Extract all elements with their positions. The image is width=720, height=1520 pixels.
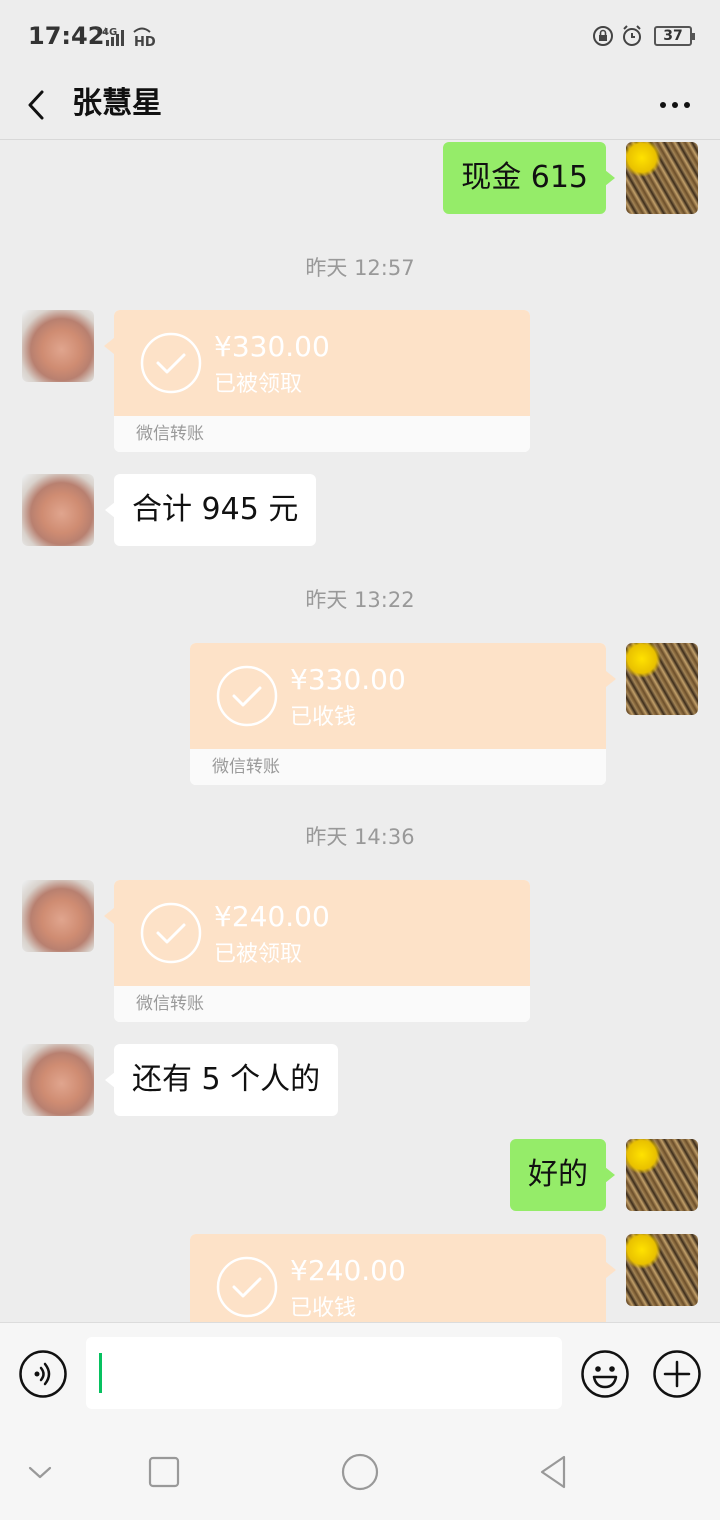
transfer-footer: 微信转账 [114, 986, 530, 1022]
timestamp: 昨天 13:22 [305, 588, 415, 612]
chat-title: 张慧星 [72, 86, 162, 121]
chat-header: 张慧星 [0, 72, 720, 140]
self-avatar[interactable] [626, 1139, 698, 1211]
recents-icon[interactable] [142, 1450, 186, 1494]
transfer-amount: ¥240.00 [214, 900, 330, 933]
svg-text:4G: 4G [102, 27, 117, 38]
message-input[interactable] [86, 1337, 562, 1409]
plus-icon[interactable] [652, 1349, 702, 1399]
friend-avatar[interactable] [22, 1044, 94, 1116]
back-icon[interactable] [16, 80, 56, 130]
friend-avatar[interactable] [22, 310, 94, 382]
status-bar: 17:42 ↑↓ 4G HD 37 [0, 0, 720, 72]
message-bubble-friend[interactable]: 合计 945 元 [104, 474, 317, 546]
timestamp: 昨天 12:57 [305, 256, 415, 280]
transfer-status: 已收钱 [290, 1296, 357, 1321]
home-icon[interactable] [338, 1450, 382, 1494]
status-time: 17:42 [28, 22, 105, 50]
signal-icon: ↑↓ 4G HD [94, 27, 156, 48]
back-triangle-icon[interactable] [534, 1450, 578, 1494]
emoji-icon[interactable] [580, 1349, 630, 1399]
check-circle-icon [140, 332, 202, 394]
friend-avatar[interactable] [22, 474, 94, 546]
transfer-amount: ¥330.00 [290, 663, 406, 696]
transfer-card[interactable]: ¥240.00 已收钱 [190, 1234, 606, 1322]
alarm-icon [623, 25, 641, 46]
transfer-card[interactable]: ¥330.00 已收钱 微信转账 [190, 643, 606, 785]
input-bar [0, 1322, 720, 1424]
check-circle-icon [216, 1256, 278, 1318]
timestamp: 昨天 14:36 [305, 825, 415, 849]
transfer-amount: ¥240.00 [290, 1254, 406, 1287]
friend-avatar[interactable] [22, 880, 94, 952]
transfer-card[interactable]: ¥240.00 已被领取 微信转账 [114, 880, 530, 1022]
battery-icon: 37 [654, 26, 695, 46]
chat-area[interactable]: 现金 615 昨天 12:57 ¥330.00 已被领取 微信转账 合计 945… [0, 140, 720, 1322]
bubble-tail [104, 908, 114, 924]
check-circle-icon [140, 902, 202, 964]
more-icon[interactable] [650, 80, 700, 130]
svg-text:HD: HD [134, 35, 156, 48]
transfer-footer: 微信转账 [114, 416, 530, 452]
check-circle-icon [216, 665, 278, 727]
self-avatar[interactable] [626, 142, 698, 214]
transfer-card[interactable]: ¥330.00 已被领取 微信转账 [114, 310, 530, 452]
bubble-tail [606, 1262, 616, 1278]
message-bubble-friend[interactable]: 还有 5 个人的 [104, 1044, 339, 1116]
message-bubble-self[interactable]: 好的 [510, 1139, 615, 1211]
transfer-status: 已被领取 [214, 942, 303, 967]
transfer-amount: ¥330.00 [214, 330, 330, 363]
transfer-footer: 微信转账 [190, 749, 606, 785]
lock-rotation-icon [593, 26, 613, 46]
bubble-tail [606, 671, 616, 687]
message-bubble-self[interactable]: 现金 615 [443, 142, 615, 214]
text-cursor [99, 1353, 102, 1393]
bubble-tail [104, 338, 114, 354]
voice-icon[interactable] [18, 1349, 68, 1399]
transfer-status: 已被领取 [214, 372, 303, 397]
chevron-down-icon[interactable] [18, 1450, 62, 1494]
self-avatar[interactable] [626, 643, 698, 715]
system-navigation-bar [0, 1424, 720, 1520]
self-avatar[interactable] [626, 1234, 698, 1306]
transfer-status: 已收钱 [290, 705, 357, 730]
